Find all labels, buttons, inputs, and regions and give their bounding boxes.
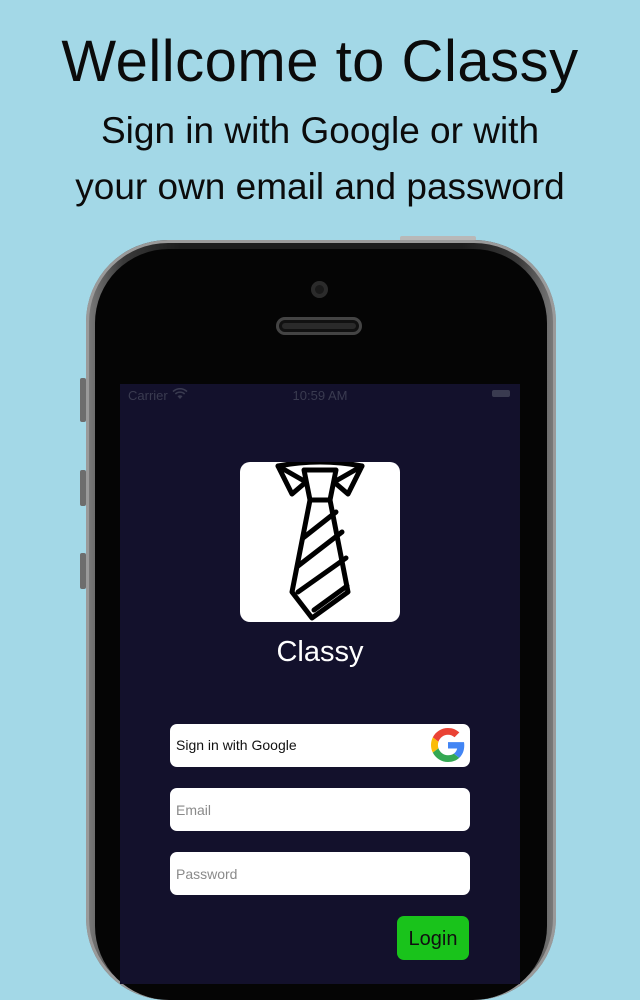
app-name: Classy [276,636,364,668]
password-input[interactable] [170,852,470,895]
promo-subline-1: Sign in with Google or with [100,110,540,151]
password-field[interactable] [170,852,470,895]
email-input[interactable] [170,788,470,831]
email-field[interactable] [170,788,470,831]
login-button[interactable]: Login [397,916,469,960]
battery-icon [492,390,510,397]
front-camera [311,281,328,298]
google-sign-in-button[interactable]: Sign in with Google [170,724,470,767]
status-time: 10:59 AM [292,388,348,403]
earpiece-speaker [276,317,362,335]
promo-headline: Wellcome to Classy [61,29,579,94]
promo-subline-2: your own email and password [75,166,565,207]
google-sign-in-label: Sign in with Google [176,737,297,753]
app-logo [240,462,400,622]
phone-screen: Carrier 10:59 AM Classy Sign in with Goo… [120,384,520,984]
google-g-icon [431,728,465,762]
tie-icon [275,462,365,621]
status-bar: Carrier 10:59 AM [120,384,520,406]
